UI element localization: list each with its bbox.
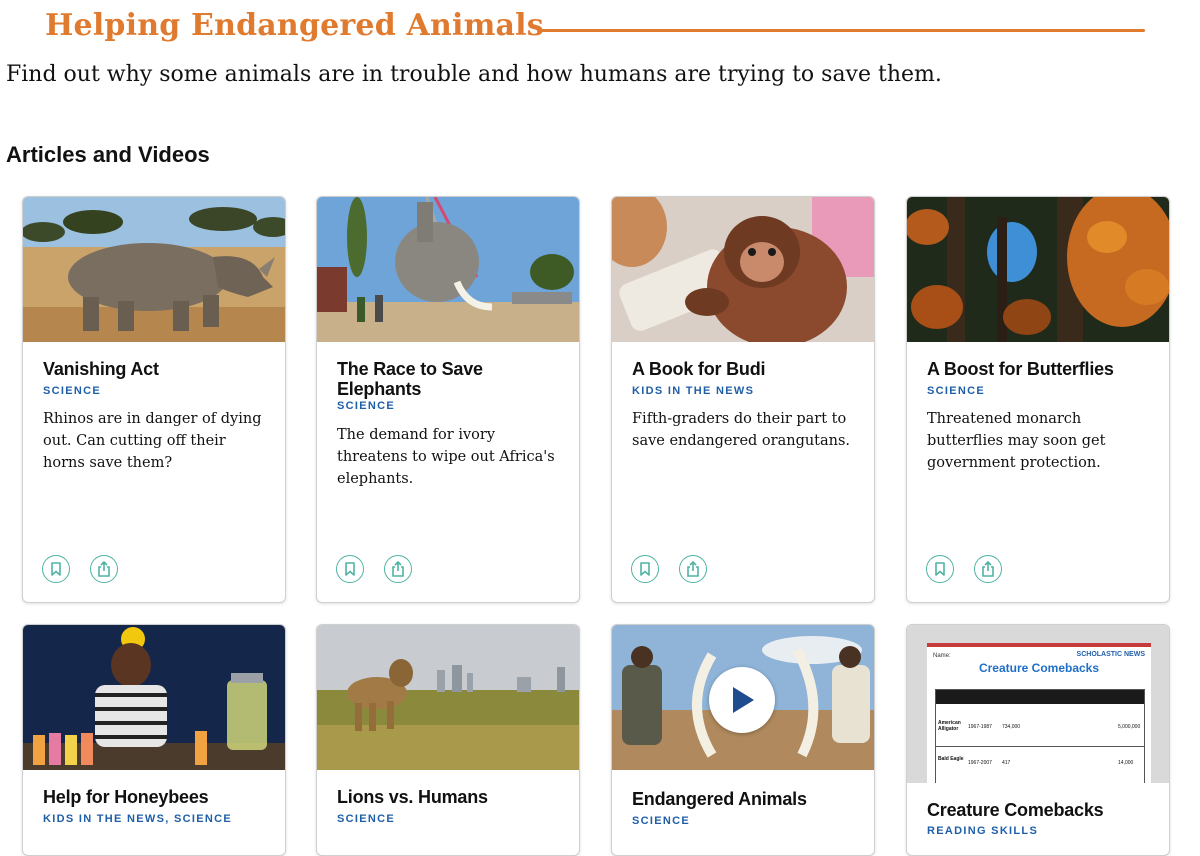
worksheet-header-row — [936, 690, 1144, 704]
worksheet-row-2-lowest: 417 — [1002, 760, 1011, 766]
worksheet-row-2-label: Bald Eagle — [938, 756, 964, 762]
worksheet-brand: SCHOLASTIC NEWS — [1076, 651, 1145, 658]
article-card-help-for-honeybees[interactable]: Help for Honeybees KIDS IN THE NEWS, SCI… — [22, 624, 286, 856]
skills-card-creature-comebacks[interactable]: SCHOLASTIC NEWS Name: Creature Comebacks… — [906, 624, 1170, 856]
share-icon — [98, 561, 110, 577]
bookmark-icon — [345, 562, 355, 576]
card-tag[interactable]: SCIENCE — [337, 400, 395, 412]
play-video-button[interactable] — [709, 667, 775, 733]
girl-lemonade-photo[interactable] — [23, 625, 285, 770]
play-icon — [733, 687, 754, 713]
card-tag[interactable]: SCIENCE — [632, 815, 690, 827]
card-tag[interactable]: SCIENCE — [927, 385, 985, 397]
share-icon — [982, 561, 994, 577]
rhino-photo[interactable] — [23, 197, 285, 342]
worksheet-table: American Alligator 1967-1987 734,000 5,0… — [935, 689, 1145, 783]
monarch-butterflies-photo[interactable] — [907, 197, 1169, 342]
card-title[interactable]: Lions vs. Humans — [337, 787, 565, 807]
card-title[interactable]: Help for Honeybees — [43, 787, 271, 807]
card-description: Fifth-graders do their part to save enda… — [632, 411, 851, 449]
share-button[interactable] — [974, 555, 1002, 583]
baby-orangutan-photo[interactable] — [612, 197, 874, 342]
card-description: Rhinos are in danger of dying out. Can c… — [43, 411, 262, 471]
share-button[interactable] — [384, 555, 412, 583]
worksheet-page: SCHOLASTIC NEWS Name: Creature Comebacks… — [927, 643, 1151, 783]
bookmark-icon — [51, 562, 61, 576]
card-title[interactable]: The Race to Save Elephants — [337, 359, 565, 399]
share-icon — [392, 561, 404, 577]
worksheet-heading: Creature Comebacks — [978, 661, 1100, 675]
card-tag[interactable]: READING SKILLS — [927, 825, 1038, 837]
card-tag[interactable]: SCIENCE — [337, 813, 395, 825]
article-card-book-for-budi[interactable]: A Book for Budi KIDS IN THE NEWS Fifth-g… — [611, 196, 875, 603]
card-tag[interactable]: SCIENCE — [43, 385, 101, 397]
ivory-tusks-photo[interactable] — [612, 625, 874, 770]
worksheet-row-1-years: 1967-1987 — [968, 724, 992, 730]
worksheet-row-1-label: American Alligator — [938, 720, 961, 732]
card-title[interactable]: Creature Comebacks — [927, 800, 1155, 820]
worksheet-row-2-years: 1967-2007 — [968, 760, 992, 766]
article-card-boost-for-butterflies[interactable]: A Boost for Butterflies SCIENCE Threaten… — [906, 196, 1170, 603]
worksheet-preview[interactable]: SCHOLASTIC NEWS Name: Creature Comebacks… — [907, 625, 1169, 783]
share-icon — [687, 561, 699, 577]
card-title[interactable]: A Book for Budi — [632, 359, 860, 379]
worksheet-row-1-current: 5,000,000 — [1118, 724, 1141, 730]
article-card-race-to-save-elephants[interactable]: The Race to Save Elephants SCIENCE The d… — [316, 196, 580, 603]
card-description: Threatened monarch butterflies may soon … — [927, 411, 1106, 471]
article-card-lions-vs-humans[interactable]: Lions vs. Humans SCIENCE — [316, 624, 580, 856]
card-title[interactable]: Endangered Animals — [632, 789, 860, 809]
share-button[interactable] — [90, 555, 118, 583]
page-intro: Find out why some animals are in trouble… — [6, 62, 942, 87]
worksheet-row-1-lowest: 734,000 — [1002, 724, 1021, 730]
section-heading: Articles and Videos — [6, 142, 210, 167]
bookmark-button[interactable] — [336, 555, 364, 583]
worksheet-row-2-current: 14,000 — [1118, 760, 1134, 766]
bookmark-icon — [640, 562, 650, 576]
share-button[interactable] — [679, 555, 707, 583]
card-description: The demand for ivory threatens to wipe o… — [337, 427, 555, 487]
page-title: Helping Endangered Animals — [45, 8, 544, 43]
article-card-vanishing-act[interactable]: Vanishing Act SCIENCE Rhinos are in dang… — [22, 196, 286, 603]
title-rule — [537, 29, 1145, 32]
bookmark-button[interactable] — [42, 555, 70, 583]
card-tag[interactable]: KIDS IN THE NEWS, SCIENCE — [43, 813, 232, 825]
bookmark-button[interactable] — [926, 555, 954, 583]
worksheet-row-divider — [936, 746, 1144, 747]
elephant-lift-photo[interactable] — [317, 197, 579, 342]
card-tag[interactable]: KIDS IN THE NEWS — [632, 385, 754, 397]
card-title[interactable]: A Boost for Butterflies — [927, 359, 1155, 379]
card-title[interactable]: Vanishing Act — [43, 359, 271, 379]
worksheet-name-label: Name: — [933, 653, 951, 659]
bookmark-icon — [935, 562, 945, 576]
lion-city-photo[interactable] — [317, 625, 579, 770]
bookmark-button[interactable] — [631, 555, 659, 583]
video-card-endangered-animals[interactable]: Endangered Animals SCIENCE — [611, 624, 875, 856]
